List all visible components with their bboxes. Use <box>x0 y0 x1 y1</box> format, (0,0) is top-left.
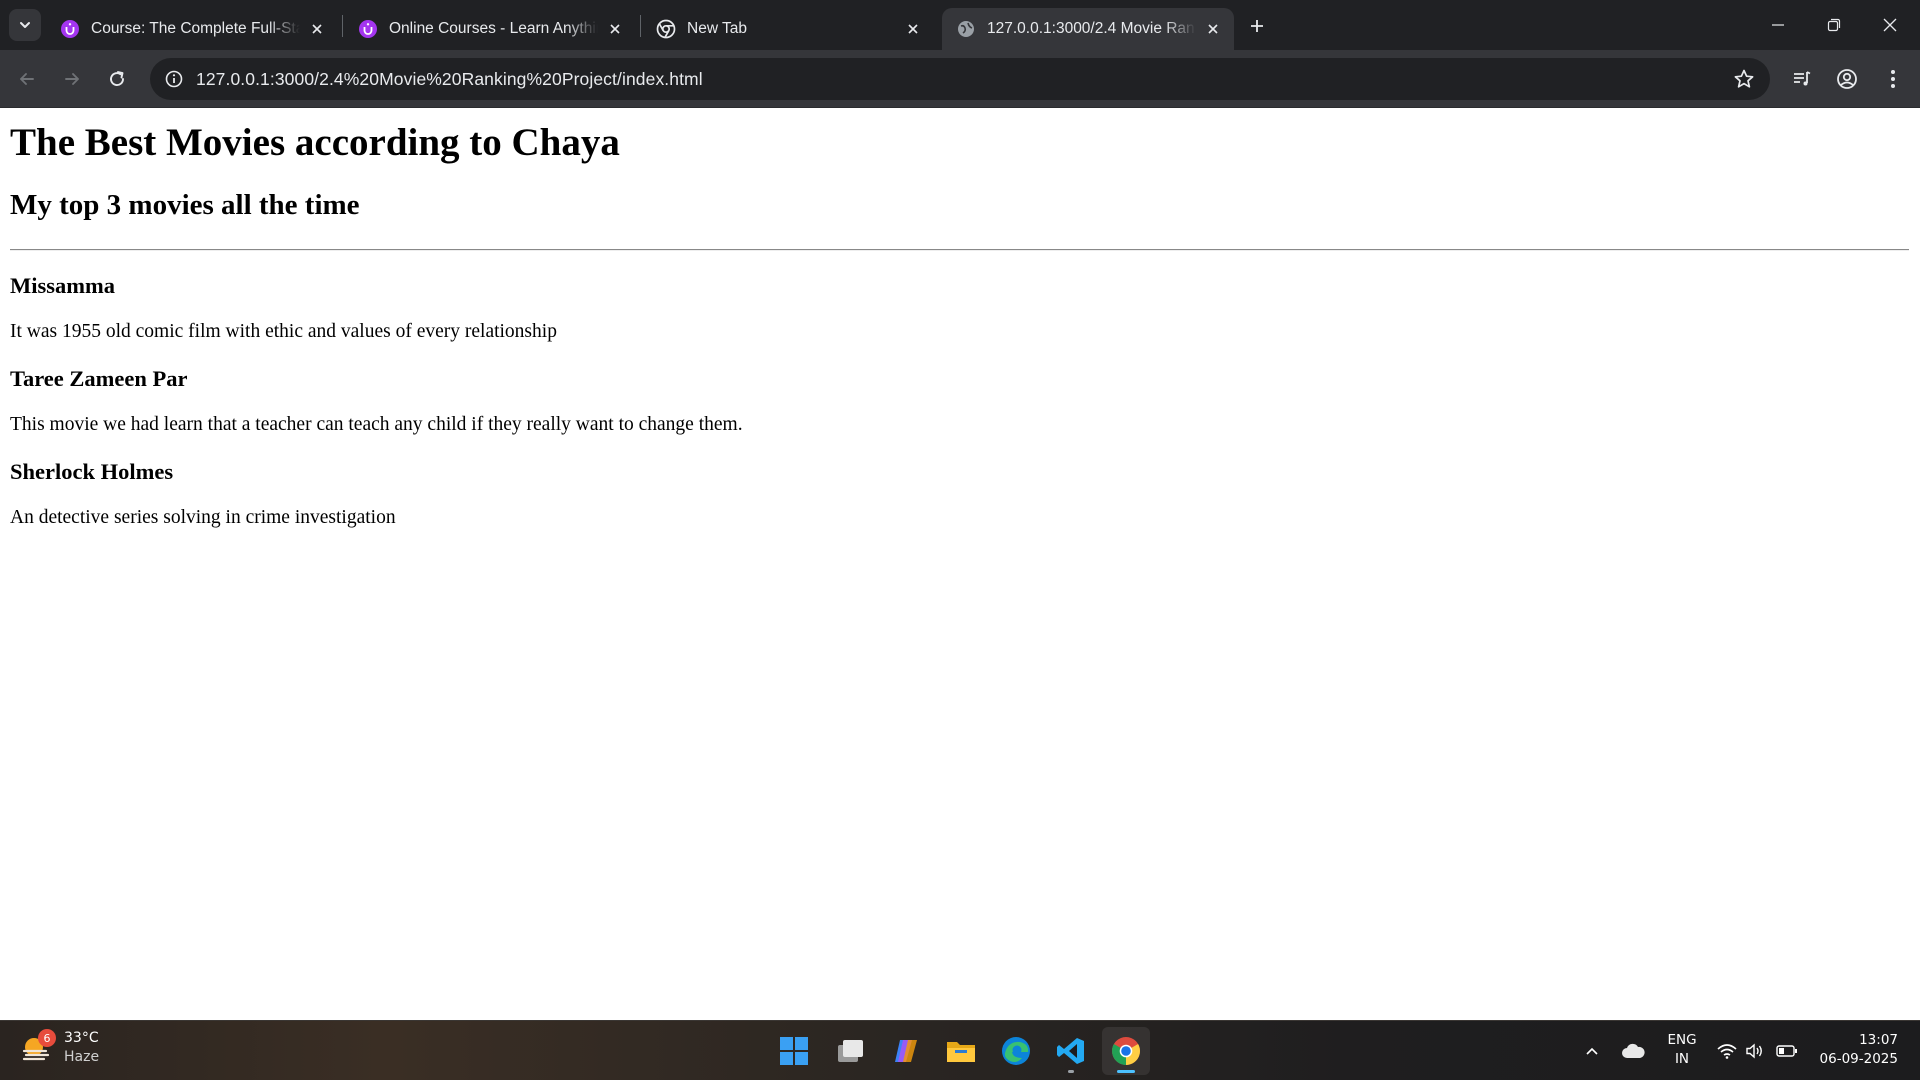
movie-entry: Missamma It was 1955 old comic film with… <box>10 273 1910 344</box>
browser-tab-strip: Course: The Complete Full-Stack Web Deve… <box>0 0 1920 50</box>
web-page-content: The Best Movies according to Chaya My to… <box>0 108 1920 1020</box>
chevron-up-icon <box>1586 1047 1598 1055</box>
bookmark-star-icon[interactable] <box>1732 67 1756 91</box>
clock-time: 13:07 <box>1859 1032 1898 1048</box>
forward-button[interactable] <box>55 62 89 96</box>
globe-icon <box>956 19 976 39</box>
battery-status[interactable] <box>1774 1021 1800 1080</box>
battery-icon <box>1776 1045 1797 1057</box>
movie-entry: Taree Zameen Par This movie we had learn… <box>10 366 1910 437</box>
media-controls-button[interactable] <box>1787 64 1817 94</box>
volume-icon <box>1746 1043 1762 1059</box>
volume-status[interactable] <box>1742 1021 1768 1080</box>
reload-icon <box>110 71 124 86</box>
running-indicator <box>1068 1070 1074 1073</box>
profile-button[interactable] <box>1832 64 1862 94</box>
movie-title: Sherlock Holmes <box>10 459 174 484</box>
restore-icon <box>1827 18 1841 32</box>
tab-movie-ranking[interactable]: 127.0.0.1:3000/2.4 Movie Ranking Project… <box>942 8 1234 50</box>
movie-entry: Sherlock Holmes An detective series solv… <box>10 459 1910 530</box>
onedrive-button[interactable] <box>1618 1021 1648 1080</box>
tab-separator <box>342 15 343 37</box>
language-code: ENG <box>1667 1032 1697 1048</box>
input-language-indicator[interactable]: ENG IN <box>1662 1031 1702 1069</box>
plus-icon <box>1251 20 1263 32</box>
udemy-icon <box>60 19 80 39</box>
tab-search-button[interactable] <box>9 9 41 41</box>
browser-menu-button[interactable] <box>1878 64 1908 94</box>
chrome-button[interactable] <box>1102 1027 1150 1075</box>
windows-taskbar: 6 33°C Haze ENG IN 13:07 06-09-2025 <box>0 1020 1920 1080</box>
arrow-right-icon <box>65 73 79 85</box>
tab-title: Online Courses - Learn Anything, On Your… <box>389 20 598 37</box>
chrome-icon <box>1112 1037 1140 1065</box>
cloud-icon <box>1622 1043 1645 1058</box>
tab-title: New Tab <box>687 20 748 37</box>
tab-course[interactable]: Course: The Complete Full-Stack Web Deve… <box>46 8 338 50</box>
new-tab-button[interactable] <box>1243 12 1271 40</box>
clock-date: 06-09-2025 <box>1819 1051 1898 1067</box>
movie-description: An detective series solving in crime inv… <box>10 507 396 528</box>
file-explorer-button[interactable] <box>937 1027 985 1075</box>
media-queue-icon <box>1794 71 1811 86</box>
close-tab-icon[interactable] <box>902 18 924 40</box>
tab-new-tab[interactable]: New Tab <box>642 8 934 50</box>
movie-title: Taree Zameen Par <box>10 366 188 391</box>
copilot-icon <box>895 1040 917 1062</box>
language-region: IN <box>1674 1051 1690 1067</box>
tab-online-courses[interactable]: Online Courses - Learn Anything, On Your… <box>344 8 636 50</box>
chevron-down-icon <box>20 22 30 28</box>
horizontal-rule <box>10 249 1909 251</box>
wifi-status[interactable] <box>1714 1021 1740 1080</box>
tab-title: Course: The Complete Full-Stack Web Deve… <box>91 20 300 37</box>
start-button[interactable] <box>770 1027 818 1075</box>
minimize-icon <box>1772 24 1784 26</box>
profile-icon <box>1837 69 1857 89</box>
minimize-button[interactable] <box>1750 0 1806 50</box>
close-tab-icon[interactable] <box>306 18 328 40</box>
weather-widget[interactable]: 6 33°C Haze <box>20 1029 99 1067</box>
vscode-button[interactable] <box>1047 1027 1095 1075</box>
close-icon <box>1883 18 1897 32</box>
chrome-icon <box>656 19 676 39</box>
tab-title: 127.0.0.1:3000/2.4 Movie Ranking Project… <box>987 20 1196 37</box>
close-tab-icon[interactable] <box>1202 18 1224 40</box>
page-title: The Best Movies according to Chaya <box>10 121 620 164</box>
weather-condition: Haze <box>64 1049 100 1065</box>
reload-button[interactable] <box>100 62 134 96</box>
weather-temperature: 33°C <box>64 1030 99 1046</box>
edge-button[interactable] <box>992 1027 1040 1075</box>
arrow-left-icon <box>20 73 34 85</box>
movie-title: Missamma <box>10 273 115 298</box>
system-clock[interactable]: 13:07 06-09-2025 <box>1820 1031 1898 1069</box>
wifi-icon <box>1717 1044 1737 1059</box>
close-window-button[interactable] <box>1862 0 1918 50</box>
back-button[interactable] <box>10 62 44 96</box>
restore-button[interactable] <box>1806 0 1862 50</box>
more-vertical-icon <box>1891 70 1895 88</box>
address-bar[interactable]: 127.0.0.1:3000/2.4%20Movie%20Ranking%20P… <box>150 58 1770 100</box>
edge-icon <box>1002 1037 1030 1065</box>
start-icon <box>780 1037 808 1065</box>
file-explorer-icon <box>947 1042 975 1062</box>
browser-toolbar: 127.0.0.1:3000/2.4%20Movie%20Ranking%20P… <box>0 50 1920 108</box>
site-info-icon[interactable] <box>154 58 194 100</box>
url-text[interactable]: 127.0.0.1:3000/2.4%20Movie%20Ranking%20P… <box>196 69 703 90</box>
udemy-icon <box>358 19 378 39</box>
weather-haze-icon: 6 <box>20 1029 56 1065</box>
movie-description: It was 1955 old comic film with ethic an… <box>10 321 557 342</box>
task-view-icon <box>838 1040 863 1062</box>
vscode-icon <box>1057 1038 1084 1064</box>
copilot-button[interactable] <box>882 1027 930 1075</box>
page-subtitle: My top 3 movies all the time <box>10 189 360 221</box>
weather-alert-badge: 6 <box>38 1029 56 1047</box>
task-view-button[interactable] <box>826 1027 874 1075</box>
close-tab-icon[interactable] <box>604 18 626 40</box>
active-indicator <box>1117 1070 1135 1073</box>
tab-separator <box>640 15 641 37</box>
show-hidden-icons-button[interactable] <box>1580 1021 1604 1080</box>
movie-description: This movie we had learn that a teacher c… <box>10 414 743 435</box>
